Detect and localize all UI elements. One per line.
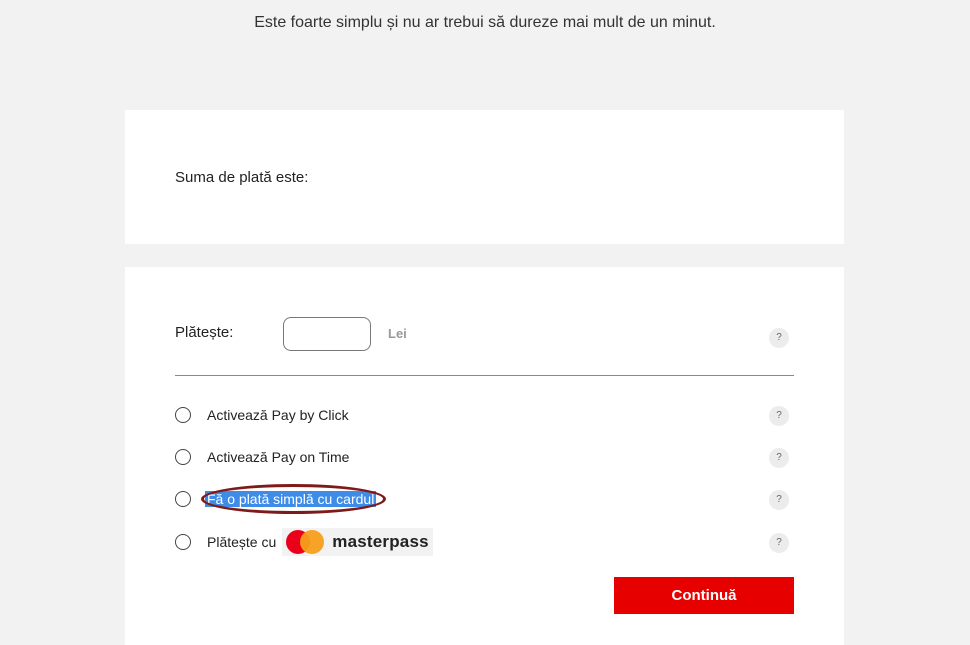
help-icon[interactable]: ? — [769, 406, 789, 426]
mastercard-logo-icon — [284, 529, 328, 555]
intro-text: Este foarte simplu și nu ar trebui să du… — [254, 14, 716, 31]
option-label: Plătește cu — [207, 534, 277, 550]
radio-masterpass[interactable] — [175, 534, 191, 550]
option-card-payment[interactable]: Fă o plată simplă cu cardul — [175, 484, 387, 514]
option-label: Activează Pay by Click — [207, 407, 349, 423]
annotation-circle — [201, 484, 387, 514]
option-label-highlighted: Fă o plată simplă cu cardul — [201, 484, 387, 514]
radio-card-payment[interactable] — [175, 491, 191, 507]
amount-label: Suma de plată este: — [175, 169, 309, 186]
payment-card: Plătește: Lei ? Activează Pay by Click ?… — [125, 267, 844, 645]
currency-label: Lei — [388, 326, 407, 341]
amount-card: Suma de plată este: — [125, 110, 844, 244]
radio-pay-on-time[interactable] — [175, 449, 191, 465]
option-masterpass[interactable]: Plătește cu masterpass — [175, 528, 433, 556]
help-icon[interactable]: ? — [769, 328, 789, 348]
continue-button[interactable]: Continuă — [614, 577, 794, 614]
masterpass-text: masterpass — [332, 532, 429, 551]
radio-pay-by-click[interactable] — [175, 407, 191, 423]
option-pay-on-time[interactable]: Activează Pay on Time — [175, 446, 349, 468]
amount-input[interactable] — [283, 317, 371, 351]
masterpass-badge: masterpass — [282, 528, 433, 556]
divider — [175, 375, 794, 376]
option-label: Activează Pay on Time — [207, 449, 350, 465]
option-pay-by-click[interactable]: Activează Pay by Click — [175, 404, 349, 426]
pay-label: Plătește: — [175, 324, 234, 341]
help-icon[interactable]: ? — [769, 490, 789, 510]
help-icon[interactable]: ? — [769, 448, 789, 468]
help-icon[interactable]: ? — [769, 533, 789, 553]
